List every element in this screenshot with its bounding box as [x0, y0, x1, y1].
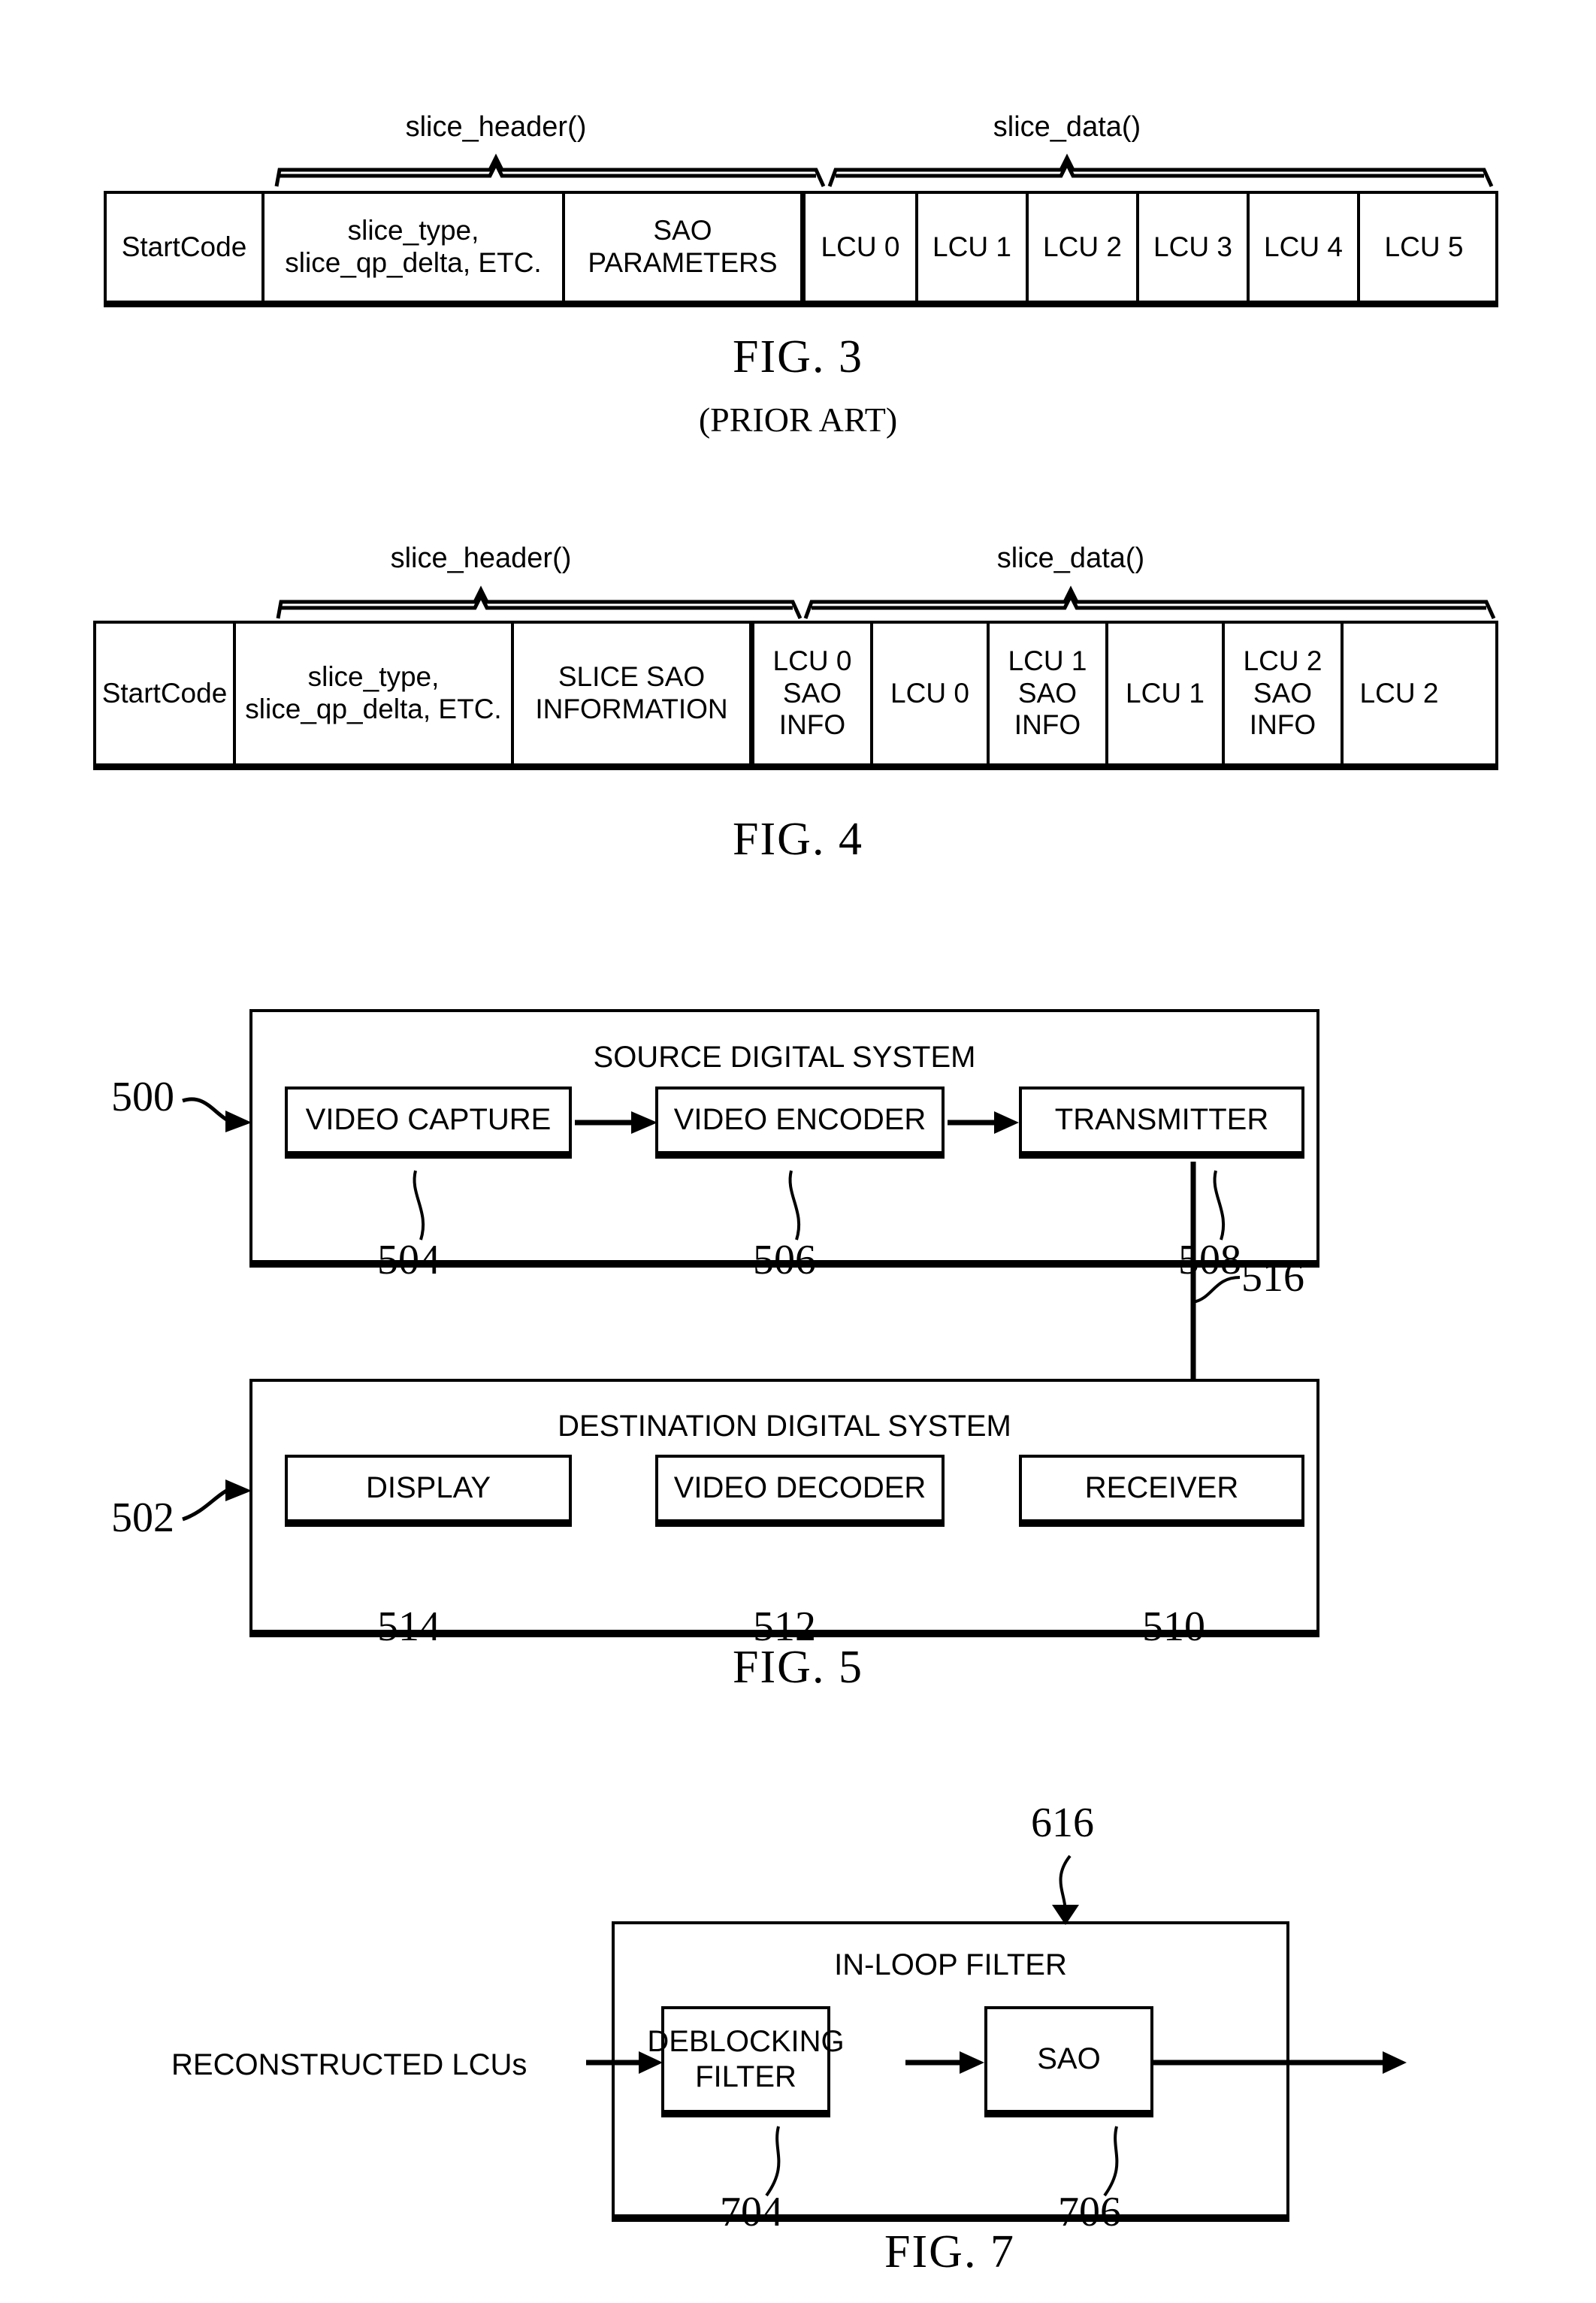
fig7-caption: FIG. 7	[884, 2226, 1015, 2277]
ref-704: 704	[720, 2189, 783, 2235]
patent-drawing-sheet: slice_header() slice_data() StartCode sl…	[0, 0, 1596, 2303]
fig7-connectors	[586, 1854, 1407, 2197]
